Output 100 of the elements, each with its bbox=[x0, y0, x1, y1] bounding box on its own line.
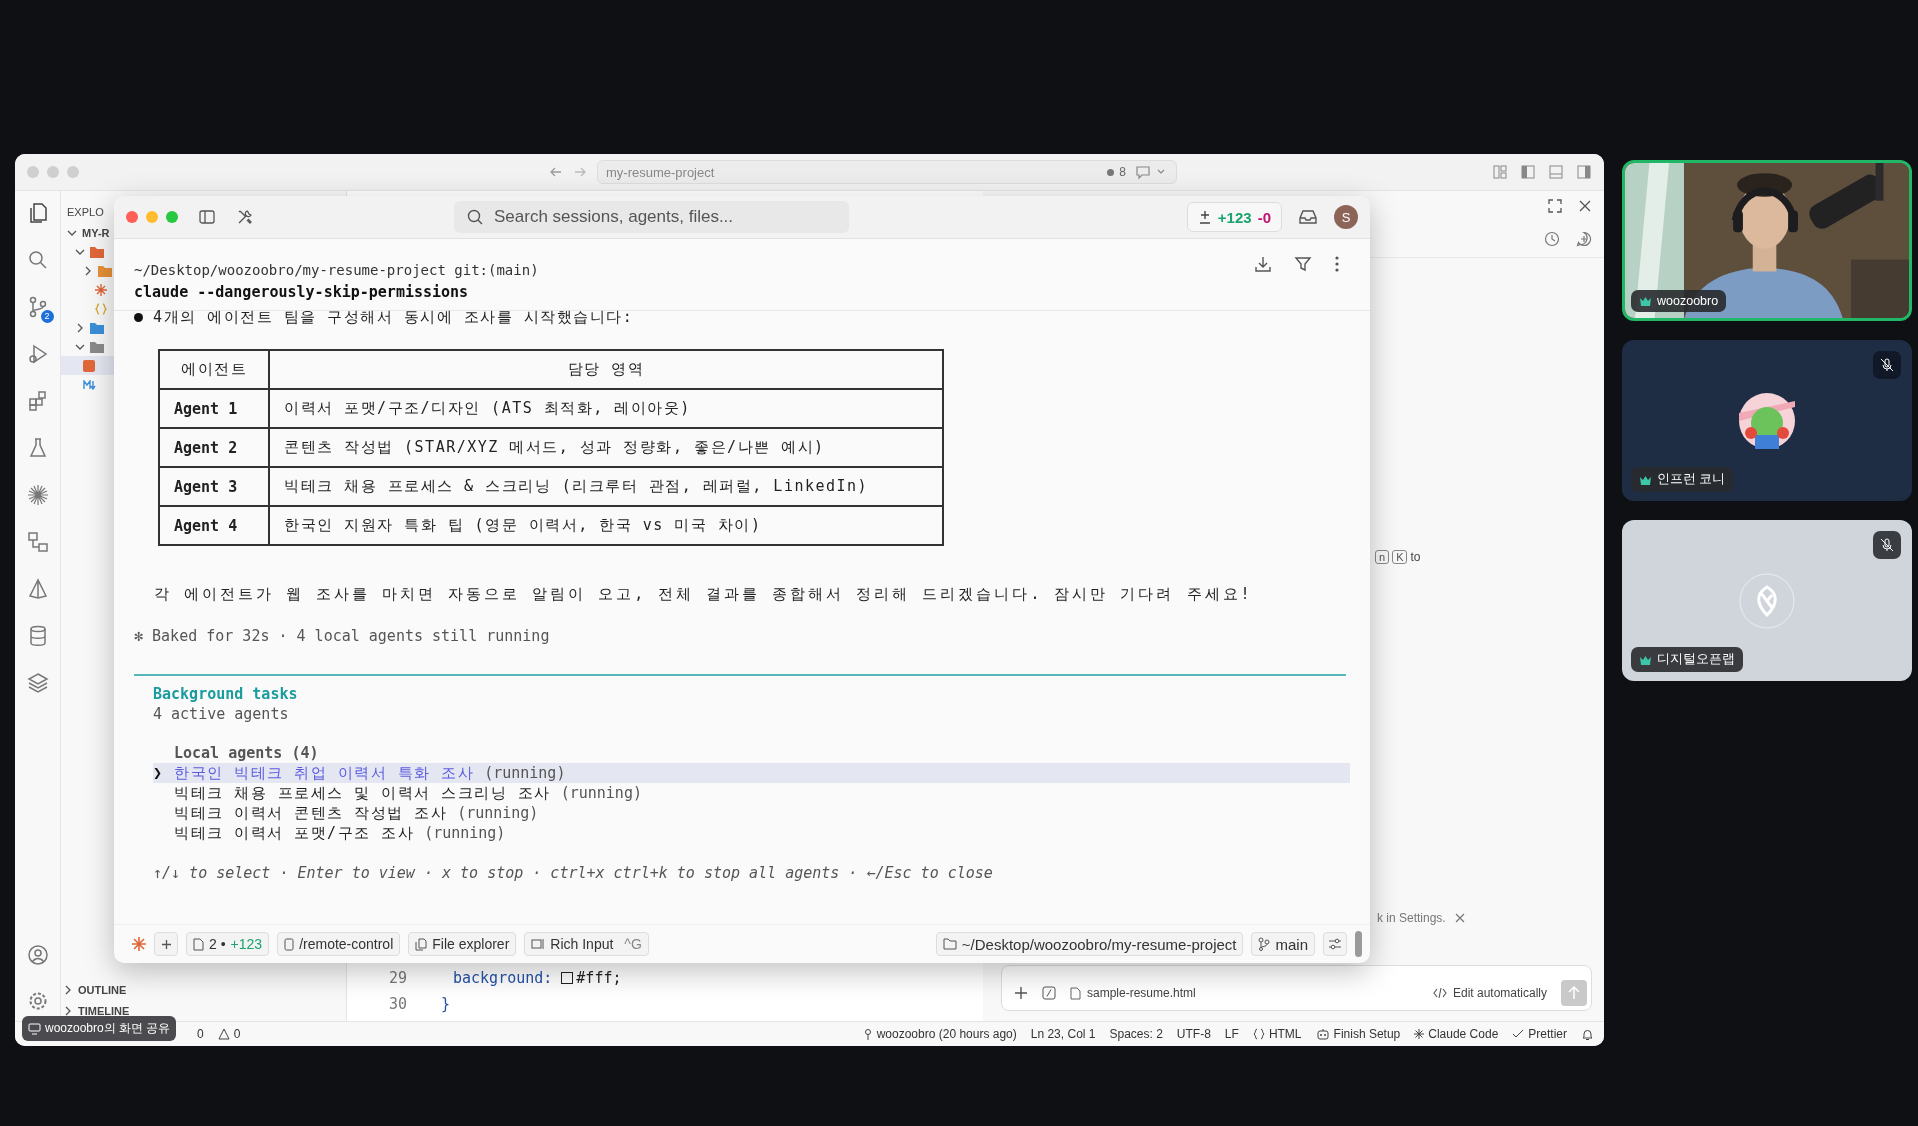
html-file-icon bbox=[83, 359, 95, 372]
agent-task[interactable]: 빅테크 채용 프로세스 및 이력서 스크리닝 조사 (running) bbox=[153, 783, 1350, 803]
toolbar-chip[interactable]: Rich Input ^G bbox=[524, 932, 649, 956]
status-item[interactable]: Claude Code bbox=[1414, 1027, 1499, 1041]
input-icon bbox=[531, 938, 546, 950]
add-button[interactable] bbox=[154, 932, 178, 956]
folder-icon bbox=[98, 264, 112, 277]
section-header[interactable]: OUTLINE bbox=[78, 983, 127, 996]
sidebar-toggle-icon[interactable] bbox=[198, 208, 216, 226]
folder-icon bbox=[90, 340, 104, 353]
status-item[interactable]: Ln 23, Col 1 bbox=[1030, 1027, 1096, 1041]
crown-icon bbox=[1639, 474, 1652, 485]
message-text: 4개의 에이전트 팀을 구성해서 동시에 조사를 시작했습니다: bbox=[153, 307, 634, 327]
table-cell: 콘텐츠 작성법 (STAR/XYZ 메서드, 성과 정량화, 좋은/나쁜 예시) bbox=[269, 428, 943, 467]
more-icon[interactable] bbox=[1334, 255, 1340, 273]
notification-badge: 2 bbox=[40, 310, 54, 323]
download-icon[interactable] bbox=[1254, 255, 1272, 273]
settings-button[interactable] bbox=[1323, 932, 1347, 956]
working-directory: ~/Desktop/woozoobro/my-resume-project git:(main) bbox=[134, 261, 539, 280]
panel-title: EXPLO bbox=[66, 205, 104, 220]
sidebar-toggle-icon[interactable] bbox=[1520, 164, 1536, 180]
diff-button[interactable]: +123 -0 bbox=[1186, 202, 1282, 232]
bell-icon[interactable] bbox=[1581, 1027, 1594, 1041]
add-icon[interactable] bbox=[1014, 986, 1028, 1000]
mic-off-glyph-icon bbox=[1879, 537, 1895, 553]
branch-chip[interactable]: main bbox=[1251, 932, 1315, 956]
chevron-right-icon[interactable] bbox=[83, 265, 93, 276]
chat-input[interactable]: sample-resume.html Edit automatically bbox=[1001, 965, 1592, 1011]
new-chat-icon[interactable] bbox=[1576, 231, 1592, 247]
folder-chip[interactable]: ~/Desktop/woozoobro/my-resume-project bbox=[935, 932, 1244, 956]
table-cell: 이력서 포맷/구조/디자인 (ATS 최적화, 레이아웃) bbox=[269, 389, 943, 428]
agent-task[interactable]: 빅테크 이력서 콘텐츠 작성법 조사 (running) bbox=[153, 803, 1350, 823]
close-icon[interactable] bbox=[1578, 199, 1592, 213]
remote-explorer-icon[interactable] bbox=[25, 530, 50, 554]
toolbar-chip[interactable]: File explorer bbox=[408, 932, 517, 956]
code-token: background: bbox=[453, 969, 553, 987]
close-button[interactable] bbox=[126, 211, 138, 223]
history-icon[interactable] bbox=[1544, 231, 1560, 247]
layers-icon[interactable] bbox=[25, 671, 50, 695]
participant-name: 디지털오픈랩 bbox=[1631, 647, 1743, 672]
status-item[interactable]: UTF-8 bbox=[1176, 1027, 1211, 1041]
file-icon bbox=[1070, 986, 1081, 1000]
tools-icon[interactable] bbox=[236, 208, 254, 226]
filter-icon[interactable] bbox=[1294, 255, 1312, 273]
sliders-icon bbox=[1328, 938, 1342, 950]
folder-name[interactable]: MY-R bbox=[82, 226, 110, 239]
status-item[interactable]: HTML bbox=[1252, 1027, 1302, 1041]
inbox-icon[interactable] bbox=[1298, 208, 1318, 226]
agent-task[interactable]: ❯ 한국인 빅테크 취업 이력서 특화 조사 (running) bbox=[153, 763, 1350, 783]
status-item[interactable]: Spaces: 2 bbox=[1109, 1027, 1163, 1041]
mode-selector[interactable]: Edit automatically bbox=[1432, 986, 1547, 1000]
chevron-right-icon[interactable] bbox=[63, 984, 73, 995]
branch-icon bbox=[1258, 937, 1271, 951]
account-icon[interactable] bbox=[25, 943, 50, 967]
crown-icon bbox=[1639, 296, 1652, 306]
status-item[interactable]: Finish Setup bbox=[1315, 1027, 1401, 1041]
scrollbar-thumb[interactable] bbox=[1355, 931, 1362, 957]
secondary-sidebar-icon[interactable] bbox=[1576, 164, 1592, 180]
table-cell: Agent 2 bbox=[159, 428, 269, 467]
key-cap: n bbox=[1375, 550, 1390, 564]
crown-icon bbox=[1639, 654, 1652, 665]
search-field[interactable]: Search sessions, agents, files... bbox=[454, 201, 849, 233]
status-item[interactable]: LF bbox=[1224, 1027, 1239, 1041]
video-tile[interactable]: woozoobro bbox=[1622, 160, 1912, 321]
agent-task[interactable]: 빅테크 이력서 포맷/구조 조사 (running) bbox=[153, 823, 1350, 843]
line-number: 29 bbox=[387, 969, 408, 987]
video-tile[interactable]: 디지털오픈랩 bbox=[1622, 520, 1912, 681]
chevron-right-icon[interactable] bbox=[75, 322, 85, 333]
slash-command-icon[interactable] bbox=[1042, 986, 1056, 1000]
toolbar-chip[interactable]: /remote-control bbox=[277, 932, 401, 956]
asterisk-icon bbox=[95, 283, 107, 296]
code-token: } bbox=[441, 995, 451, 1013]
status-item[interactable]: woozoobro (20 hours ago) bbox=[862, 1027, 1017, 1041]
status-dot-icon bbox=[1107, 168, 1115, 176]
key-cap: K bbox=[1392, 550, 1408, 564]
table-cell: 빅테크 채용 프로세스 & 스크리닝 (리크루터 관점, 레퍼럴, LinkedIn) bbox=[269, 467, 943, 506]
file-attachment[interactable]: sample-resume.html bbox=[1070, 986, 1196, 1000]
color-swatch-icon[interactable] bbox=[561, 972, 574, 984]
group-title: Local agents (4) bbox=[173, 743, 320, 763]
back-icon[interactable] bbox=[549, 165, 563, 179]
status-item[interactable]: 0 bbox=[217, 1027, 241, 1041]
status-item[interactable]: Prettier bbox=[1512, 1027, 1567, 1041]
close-icon[interactable] bbox=[1453, 912, 1466, 924]
video-tile[interactable]: 인프런 코니 bbox=[1622, 340, 1912, 501]
section-header[interactable]: TIMELINE bbox=[78, 1004, 130, 1017]
chevron-right-icon[interactable] bbox=[63, 1005, 73, 1016]
markdown-file-icon bbox=[83, 379, 97, 390]
changes-chip[interactable]: 2 • +123 bbox=[186, 932, 270, 956]
mic-off-glyph-icon bbox=[1879, 357, 1895, 373]
command-line: claude --dangerously-skip-permissions bbox=[134, 282, 470, 303]
panel-toggle-icon[interactable] bbox=[1548, 164, 1564, 180]
layout-icon[interactable] bbox=[1492, 164, 1508, 180]
asterisk-icon[interactable] bbox=[25, 483, 50, 507]
fullscreen-icon[interactable] bbox=[1548, 199, 1562, 213]
asterisk-icon bbox=[132, 937, 146, 951]
plus-minus-icon bbox=[1197, 209, 1212, 225]
summary-text: 각 에이전트가 웹 조사를 마치면 자동으로 알림이 오고, 전체 결과를 종합해서 정리해 드리겠습니다. 잠시만 기다려 주세요! bbox=[154, 585, 1254, 604]
command-center[interactable]: my-resume-project 8 bbox=[597, 160, 1177, 184]
user-avatar[interactable]: S bbox=[1334, 205, 1358, 229]
status-item[interactable]: 0 bbox=[197, 1027, 204, 1041]
